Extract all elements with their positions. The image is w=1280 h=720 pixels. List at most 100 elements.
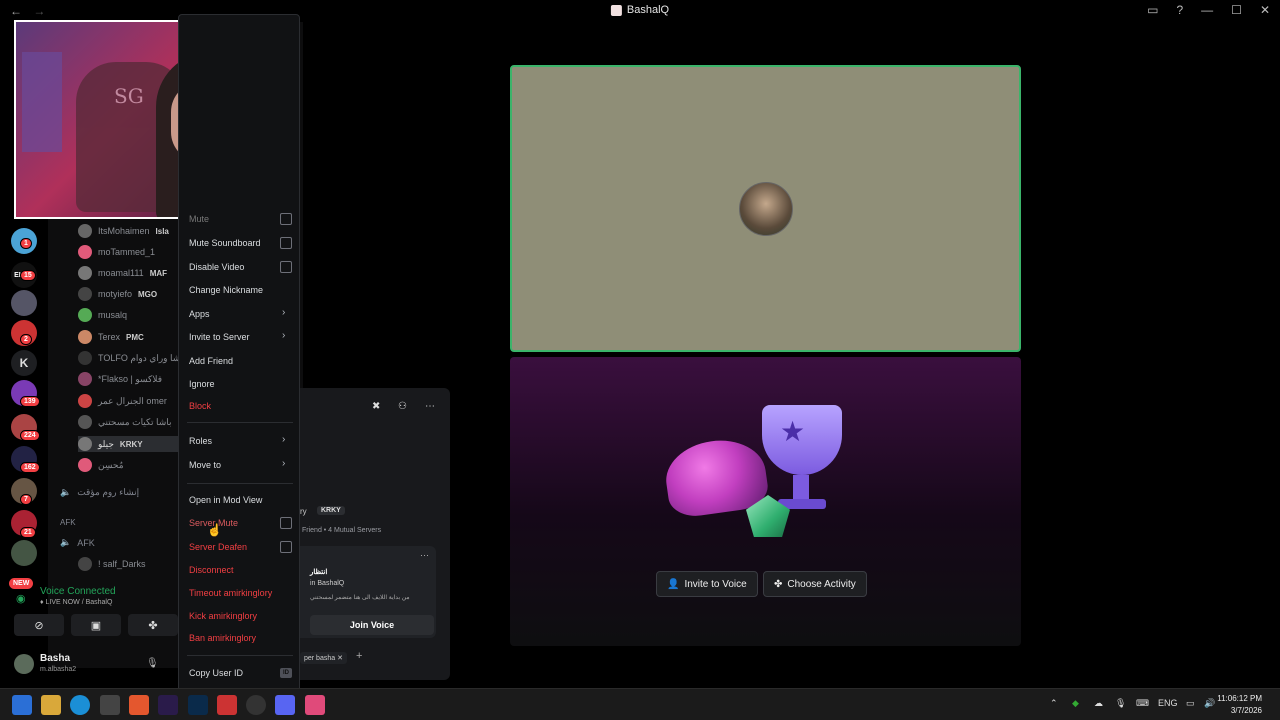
menu-item-ignore[interactable]: Ignore xyxy=(189,379,215,389)
star-icon: ★ xyxy=(780,416,806,447)
mute-checkbox[interactable] xyxy=(280,213,292,225)
invite-to-voice-button[interactable]: 👤 Invite to Voice xyxy=(656,571,758,597)
close-icon[interactable]: ✖ xyxy=(372,401,380,412)
store-icon[interactable] xyxy=(100,695,120,715)
activity-invite-tile: ★ 👤 Invite to Voice ✤ Choose Activity xyxy=(510,357,1021,646)
nav-arrows[interactable]: ← → xyxy=(10,4,45,18)
server-icon[interactable] xyxy=(11,290,37,316)
camera-off-button[interactable]: ⊘ xyxy=(14,614,64,636)
microphone-icon[interactable]: 🎙 xyxy=(1115,698,1126,709)
obs-icon[interactable] xyxy=(246,695,266,715)
menu-item-invite-to-server[interactable]: Invite to Server xyxy=(189,332,250,342)
more-icon[interactable]: ⋯ xyxy=(420,550,429,561)
screen-share-button[interactable]: ▣ xyxy=(71,614,121,636)
server-icon[interactable]: K xyxy=(11,350,37,376)
language-indicator[interactable]: ENG xyxy=(1158,698,1178,708)
menu-item-open-mod-view[interactable]: Open in Mod View xyxy=(189,495,262,505)
brave-icon[interactable] xyxy=(129,695,149,715)
member-name: ! salf_Darks xyxy=(98,559,146,569)
member-name: Terex xyxy=(98,332,121,342)
channel-afk[interactable]: 🔈 AFK xyxy=(60,537,95,548)
voice-member[interactable]: TOLFO باشا وراي دوام xyxy=(78,350,186,366)
signal-icon[interactable]: ◉ xyxy=(16,592,26,605)
voice-member[interactable]: ItsMohaimen Isla xyxy=(78,223,169,239)
close-icon[interactable]: ✕ xyxy=(1260,3,1270,17)
keyboard-icon[interactable]: ⌨ xyxy=(1136,698,1149,709)
voice-member[interactable]: moTammed_1 xyxy=(78,244,155,260)
inbox-icon[interactable]: ▭ xyxy=(1147,3,1158,17)
chevron-right-icon: › xyxy=(282,307,286,318)
avatar xyxy=(78,557,92,571)
voice-member[interactable]: الجنرال عمر omer xyxy=(78,393,167,409)
note-chip[interactable]: per basha ✕ xyxy=(300,652,347,664)
menu-item-timeout[interactable]: Timeout amirkinglory xyxy=(189,588,272,598)
server-deafen-checkbox[interactable] xyxy=(280,541,292,553)
minimize-icon[interactable]: — xyxy=(1201,3,1213,17)
voice-member[interactable]: musalq xyxy=(78,307,127,323)
app-icon[interactable] xyxy=(217,695,237,715)
voice-member[interactable]: باشا تكيات مسحتني xyxy=(78,414,172,430)
maximize-icon[interactable]: ☐ xyxy=(1231,3,1242,17)
menu-item-block[interactable]: Block xyxy=(189,401,211,411)
network-icon[interactable]: ▭ xyxy=(1186,698,1195,709)
voice-member[interactable]: *Flakso | فلاكسو xyxy=(78,371,162,387)
volume-icon[interactable]: 🔊 xyxy=(1204,698,1215,709)
menu-item-mute-soundboard[interactable]: Mute Soundboard xyxy=(189,238,261,248)
disable-video-checkbox[interactable] xyxy=(280,261,292,273)
menu-item-roles[interactable]: Roles xyxy=(189,436,212,446)
forward-icon[interactable]: → xyxy=(33,4,45,18)
menu-item-move-to[interactable]: Move to xyxy=(189,460,221,470)
voice-member[interactable]: motyiefo MGO xyxy=(78,286,157,302)
premiere-icon[interactable] xyxy=(158,695,178,715)
menu-item-add-friend[interactable]: Add Friend xyxy=(189,356,233,366)
clock[interactable]: 11:06:12 PM 3/7/2026 xyxy=(1217,693,1262,717)
voice-member-selected[interactable]: جيلو KRKY xyxy=(78,436,178,452)
avatar xyxy=(78,415,92,429)
add-user-icon: 👤 xyxy=(667,578,680,590)
voice-member[interactable]: ! salf_Darks xyxy=(78,556,146,572)
file-explorer-icon[interactable] xyxy=(41,695,61,715)
chevron-up-icon[interactable]: ⌃ xyxy=(1050,698,1058,709)
edge-icon[interactable] xyxy=(70,695,90,715)
voice-status[interactable]: Voice Connected xyxy=(40,586,116,597)
discord-icon[interactable] xyxy=(275,695,295,715)
menu-item-copy-user-id[interactable]: Copy User ID xyxy=(189,668,243,678)
member-name: باشا تكيات مسحتني xyxy=(98,416,172,427)
menu-item-kick[interactable]: Kick amirkinglory xyxy=(189,611,257,621)
menu-item-apps[interactable]: Apps xyxy=(189,309,210,319)
voice-member[interactable]: مُحسِن xyxy=(78,457,124,473)
photoshop-icon[interactable] xyxy=(188,695,208,715)
back-icon[interactable]: ← xyxy=(10,4,22,18)
voice-participant-tile[interactable] xyxy=(510,65,1021,352)
speaker-icon: 🔈 xyxy=(60,487,72,497)
help-icon[interactable]: ? xyxy=(1176,3,1183,17)
avatar[interactable] xyxy=(14,654,34,674)
menu-item-disable-video[interactable]: Disable Video xyxy=(189,262,244,272)
server-mute-checkbox[interactable] xyxy=(280,517,292,529)
menu-item-change-nickname[interactable]: Change Nickname xyxy=(189,285,263,295)
choose-activity-button[interactable]: ✤ Choose Activity xyxy=(763,571,867,597)
member-tag: MGO xyxy=(138,289,158,299)
start-icon[interactable] xyxy=(12,695,32,715)
add-icon[interactable]: + xyxy=(356,650,362,662)
category-afk[interactable]: AFK xyxy=(60,518,76,527)
channel-create-room[interactable]: 🔈 إنشاء روم مؤقت xyxy=(60,487,139,498)
join-voice-button[interactable]: Join Voice xyxy=(310,615,434,635)
mute-soundboard-checkbox[interactable] xyxy=(280,237,292,249)
menu-item-server-deafen[interactable]: Server Deafen xyxy=(189,542,247,552)
server-icon[interactable] xyxy=(11,540,37,566)
add-friend-icon[interactable]: ⚇ xyxy=(398,401,407,412)
avatar xyxy=(78,308,92,322)
voice-member[interactable]: moamal111 MAF xyxy=(78,265,167,281)
menu-item-ban[interactable]: Ban amirkinglory xyxy=(189,633,256,643)
menu-item-mute[interactable]: Mute xyxy=(189,214,209,224)
activities-button[interactable]: ✤ xyxy=(128,614,178,636)
more-icon[interactable]: ⋯ xyxy=(425,401,435,412)
profile-mutual[interactable]: Friend • 4 Mutual Servers xyxy=(302,527,381,534)
onedrive-icon[interactable]: ☁ xyxy=(1094,698,1103,709)
voice-member[interactable]: Terex PMC xyxy=(78,329,144,345)
tiktok-icon[interactable] xyxy=(305,695,325,715)
tray-app-icon[interactable]: ◆ xyxy=(1072,698,1079,709)
microphone-icon[interactable]: 🎙 xyxy=(146,658,159,669)
menu-item-disconnect[interactable]: Disconnect xyxy=(189,565,234,575)
